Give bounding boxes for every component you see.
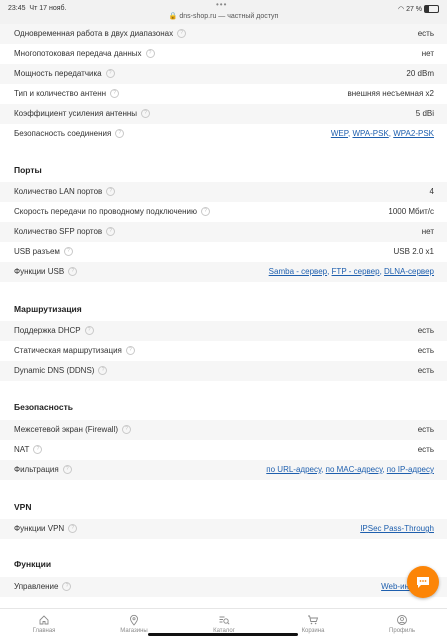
spec-row: Одновременная работа в двух диапазонах? е… <box>0 24 447 44</box>
help-icon[interactable]: ? <box>115 129 125 139</box>
help-icon[interactable]: ? <box>125 346 135 356</box>
spec-row: Мощность передатчика? 20 dBm <box>0 64 447 84</box>
mac-filter-link[interactable]: по MAC-адресу <box>326 465 383 474</box>
battery-percent: 27 % <box>406 6 423 13</box>
spec-row: Скорость передачи по проводному подключе… <box>14 207 434 217</box>
spec-row: Коэффициент усиления антенны? 5 dBi <box>0 104 447 124</box>
spec-row: Управление? Web-инте <box>0 577 447 597</box>
section-title-functions: Функции <box>14 559 52 569</box>
url-filter-link[interactable]: по URL-адресу <box>266 465 321 474</box>
section-title-security: Безопасность <box>14 402 73 412</box>
spec-row: Dynamic DNS (DDNS)? есть <box>0 361 447 381</box>
location-pin-icon <box>130 614 138 626</box>
help-icon[interactable]: ? <box>33 445 43 455</box>
wifi-icon: ◠ <box>398 6 405 13</box>
multitask-dots-icon[interactable]: ••• <box>216 0 227 9</box>
spec-row: Фильтрация? по URL-адресу, по MAC-адресу… <box>0 460 447 480</box>
spec-row: Многопотоковая передача данных? нет <box>14 49 434 59</box>
spec-row: Функции VPN? IPSec Pass-Through <box>0 519 447 539</box>
help-icon[interactable]: ? <box>177 29 187 39</box>
section-title-routing: Маршрутизация <box>14 304 82 314</box>
help-icon[interactable]: ? <box>110 89 120 99</box>
ftp-link[interactable]: FTP - сервер <box>332 267 380 276</box>
spec-row: NAT? есть <box>14 445 434 455</box>
wep-link[interactable]: WEP <box>331 129 348 138</box>
help-icon[interactable]: ? <box>63 247 73 257</box>
nav-catalog[interactable]: Каталог <box>194 614 254 634</box>
spec-row: Тип и количество антенн? внешняя несъемна… <box>14 89 434 99</box>
spec-row: Функции USB? Samba - сервер, FTP - серве… <box>0 262 447 282</box>
spec-row: Количество LAN портов? 4 <box>0 182 447 202</box>
spec-content: Одновременная работа в двух диапазонах? е… <box>0 24 447 608</box>
help-icon[interactable]: ? <box>105 69 115 79</box>
chat-icon <box>417 577 429 588</box>
spec-row: Статическая маршрутизация? есть <box>14 346 434 356</box>
help-icon[interactable]: ? <box>62 465 72 475</box>
spec-row: USB разъем? USB 2.0 x1 <box>14 247 434 257</box>
nav-home[interactable]: Главная <box>14 614 74 634</box>
status-time: 23:45 Чт 17 нояб. <box>8 5 67 12</box>
status-right: ◠ 27 % <box>398 5 439 14</box>
cart-icon <box>308 615 319 625</box>
help-icon[interactable]: ? <box>62 582 72 592</box>
profile-icon <box>397 615 407 625</box>
wpa-psk-link[interactable]: WPA-PSK <box>352 129 388 138</box>
spec-row: Количество SFP портов? нет <box>0 222 447 242</box>
help-icon[interactable]: ? <box>121 425 131 435</box>
status-bar: 23:45 Чт 17 нояб. ••• 🔒 dns-shop.ru — ча… <box>0 0 447 24</box>
wpa2-psk-link[interactable]: WPA2-PSK <box>393 129 434 138</box>
help-icon[interactable]: ? <box>145 49 155 59</box>
help-icon[interactable]: ? <box>68 524 78 534</box>
address-bar[interactable]: 🔒 dns-shop.ru — частный доступ <box>0 12 447 20</box>
help-icon[interactable]: ? <box>68 267 78 277</box>
nav-cart[interactable]: Корзина <box>283 614 343 634</box>
help-icon[interactable]: ? <box>141 109 151 119</box>
help-icon[interactable]: ? <box>98 366 108 376</box>
samba-link[interactable]: Samba - сервер <box>269 267 327 276</box>
spec-row: Межсетевой экран (Firewall)? есть <box>0 420 447 440</box>
nav-stores[interactable]: Магазины <box>104 614 164 634</box>
help-icon[interactable]: ? <box>200 207 210 217</box>
ip-filter-link[interactable]: по IP-адресу <box>387 465 434 474</box>
home-icon <box>39 615 49 625</box>
ipsec-link[interactable]: IPSec Pass-Through <box>360 524 434 533</box>
section-title-vpn: VPN <box>14 502 32 512</box>
section-title-ports: Порты <box>14 165 42 175</box>
battery-icon <box>424 5 439 14</box>
chat-button[interactable] <box>407 566 439 598</box>
spec-row: Поддержка DHCP? есть <box>0 321 447 341</box>
help-icon[interactable]: ? <box>106 187 116 197</box>
catalog-search-icon <box>219 616 230 625</box>
help-icon[interactable]: ? <box>106 227 116 237</box>
bottom-nav: Главная Магазины Каталог Корзина Профиль <box>0 608 447 641</box>
dlna-link[interactable]: DLNA-сервер <box>384 267 434 276</box>
home-indicator[interactable] <box>148 633 298 636</box>
spec-row: Безопасность соединения? WEP, WPA-PSK, W… <box>14 129 434 139</box>
nav-profile[interactable]: Профиль <box>372 614 432 634</box>
help-icon[interactable]: ? <box>84 326 94 336</box>
